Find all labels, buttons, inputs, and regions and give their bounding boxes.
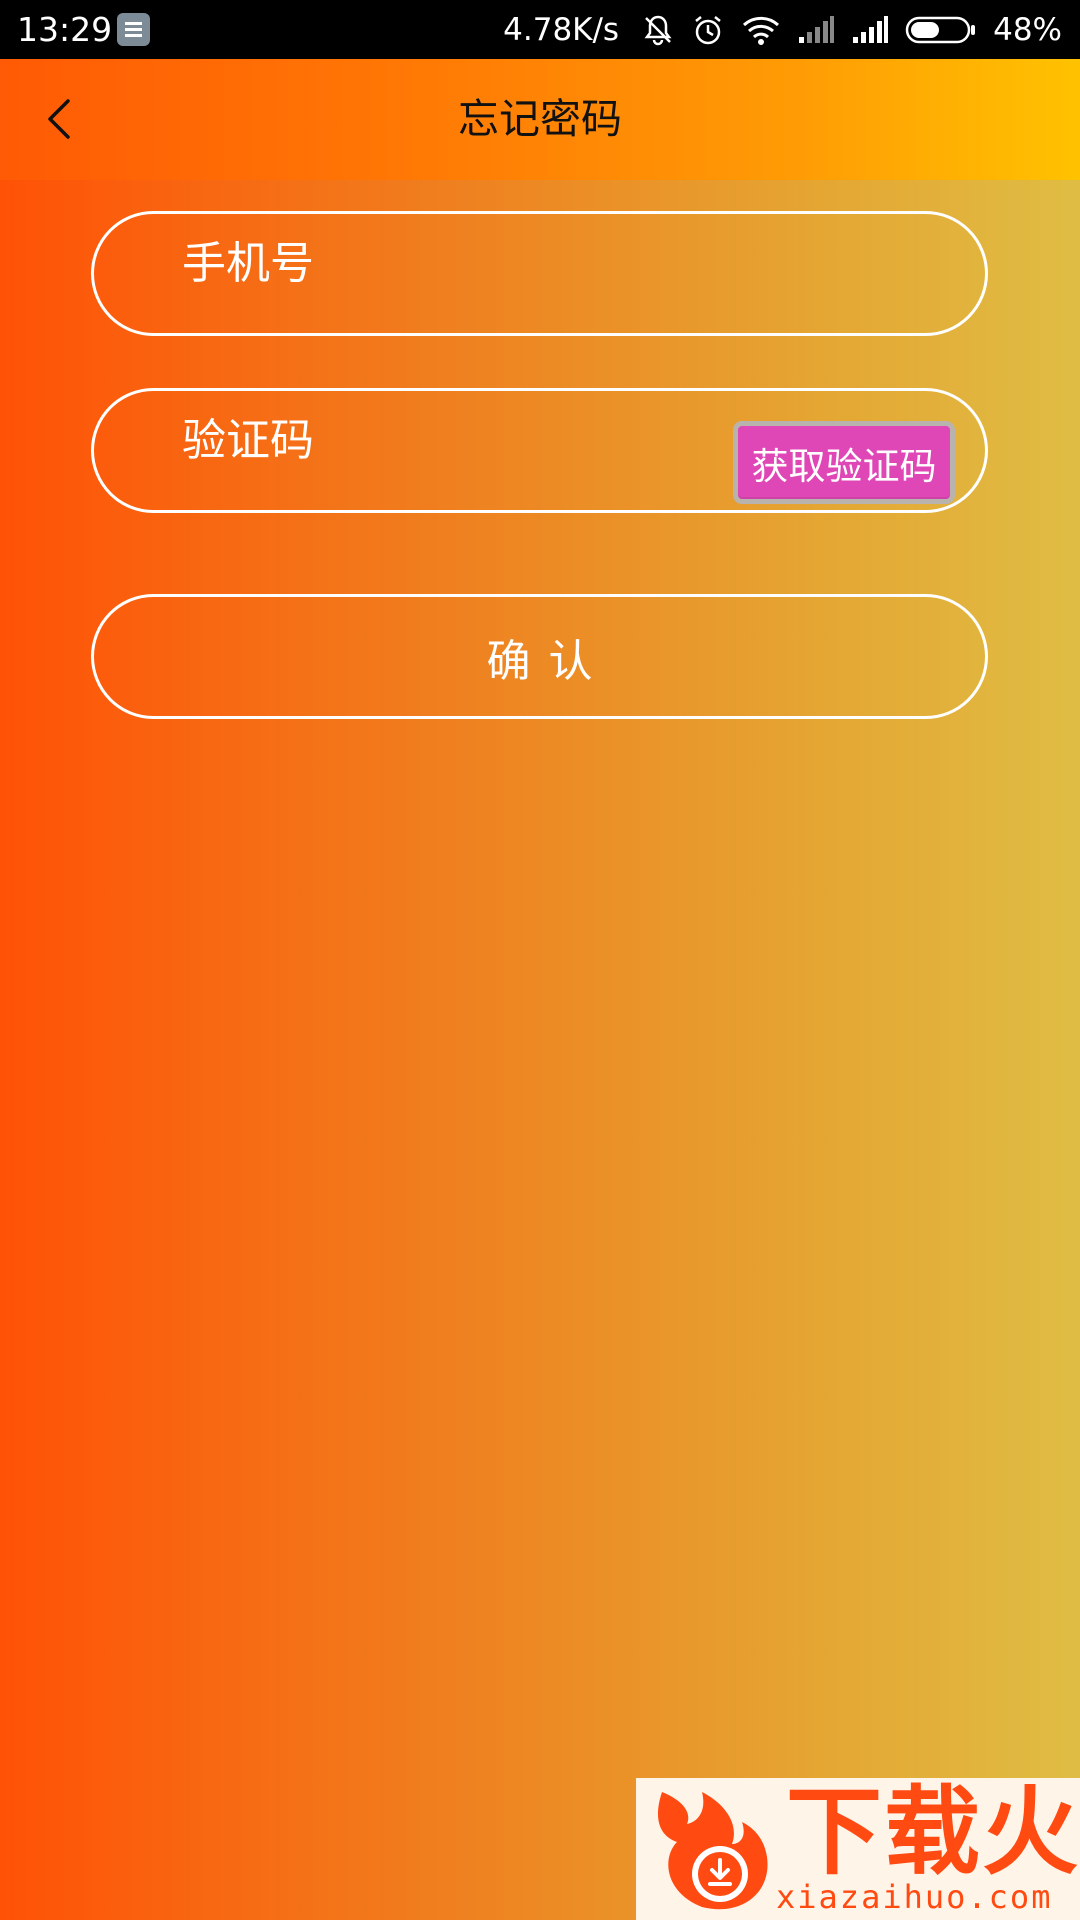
flame-logo-icon	[657, 1792, 768, 1910]
phone-field[interactable]	[91, 204, 988, 336]
signal-icon	[797, 15, 835, 45]
verification-code-field[interactable]: 获取验证码	[91, 381, 988, 513]
network-speed: 4.78K/s	[503, 12, 620, 48]
page-title: 忘记密码	[458, 95, 622, 143]
status-time: 13:29	[17, 10, 113, 49]
wifi-icon	[741, 14, 781, 46]
alarm-icon	[691, 13, 725, 47]
watermark-domain: xiazaihuo.com	[776, 1878, 1053, 1916]
signal-icon	[851, 15, 889, 45]
watermark: 下载火 xiazaihuo.com	[636, 1778, 1080, 1920]
mute-icon	[641, 13, 675, 47]
verification-code-input[interactable]	[182, 381, 622, 500]
battery-icon	[905, 15, 977, 45]
status-right-group: 4.78K/s 48%	[503, 8, 1062, 52]
watermark-brand: 下载火	[786, 1778, 1080, 1888]
app-header: 忘记密码	[0, 59, 1080, 180]
phone-input[interactable]	[182, 204, 702, 323]
status-bar: 13:29 4.78K/s 48%	[0, 0, 1080, 59]
battery-percent: 48%	[993, 12, 1062, 48]
notification-icon	[117, 13, 150, 46]
confirm-button[interactable]: 确认	[91, 594, 988, 719]
get-code-button[interactable]: 获取验证码	[733, 421, 955, 504]
